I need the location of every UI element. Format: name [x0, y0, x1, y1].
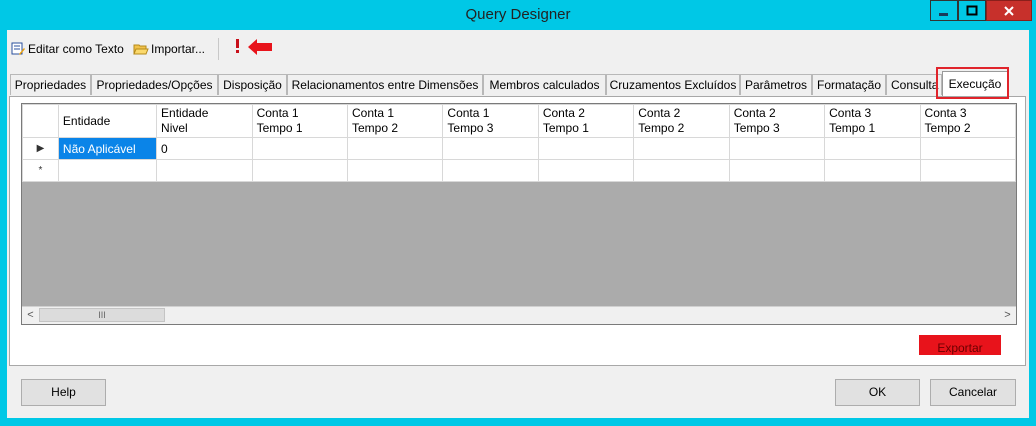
table-cell[interactable] — [824, 137, 921, 160]
table-cell[interactable] — [537, 137, 635, 160]
row-indicator[interactable]: ▶ — [22, 137, 59, 160]
column-header[interactable]: Entidade Nivel — [156, 104, 253, 138]
tab-propriedades[interactable]: Propriedades — [10, 74, 91, 95]
table-cell[interactable]: Não Aplicável — [57, 137, 158, 160]
edit-as-text-button[interactable]: Editar como Texto — [11, 40, 124, 58]
minimize-icon — [939, 12, 948, 16]
column-header[interactable]: Conta 3 Tempo 2 — [919, 104, 1016, 138]
ok-button[interactable]: OK — [835, 379, 920, 406]
corner-header[interactable] — [22, 104, 59, 138]
table-cell[interactable]: 0 — [156, 137, 253, 160]
toolbar: Editar como Texto Importar... — [7, 30, 1029, 68]
close-button[interactable] — [986, 0, 1032, 21]
import-label: Importar... — [151, 42, 206, 56]
scroll-left-icon[interactable]: < — [22, 307, 39, 324]
scroll-right-icon[interactable]: > — [999, 307, 1016, 324]
maximize-button[interactable] — [958, 0, 986, 21]
row-indicator[interactable]: * — [22, 159, 59, 182]
run-button[interactable] — [234, 37, 242, 55]
edit-text-icon — [11, 42, 25, 55]
tab-disposicao[interactable]: Disposição — [218, 74, 287, 95]
table-cell[interactable] — [633, 137, 730, 160]
table-cell[interactable] — [156, 159, 253, 182]
table-cell[interactable] — [57, 159, 158, 182]
column-header[interactable]: Conta 2 Tempo 3 — [728, 104, 826, 138]
table-cell[interactable] — [251, 137, 349, 160]
results-table: Entidade Entidade Nivel Conta 1 Tempo 1 Co… — [22, 104, 1016, 182]
tab-consulta[interactable]: Consulta — [886, 74, 942, 95]
horizontal-scrollbar[interactable]: < III > — [22, 306, 1016, 324]
active-tab-highlight — [936, 67, 1009, 99]
window-title: Query Designer — [465, 6, 571, 23]
table-cell[interactable] — [728, 137, 826, 160]
table-cell[interactable] — [346, 137, 444, 160]
toolbar-separator — [218, 38, 219, 60]
column-header[interactable]: Conta 3 Tempo 1 — [824, 104, 921, 138]
execution-panel: Entidade Entidade Nivel Conta 1 Tempo 1 Co… — [9, 96, 1026, 366]
table-cell[interactable] — [537, 159, 635, 182]
table-cell[interactable] — [346, 159, 444, 182]
table-cell[interactable] — [919, 137, 1016, 160]
export-button[interactable]: Exportar — [919, 335, 1001, 355]
column-header[interactable]: Conta 1 Tempo 1 — [251, 104, 349, 138]
scroll-thumb[interactable]: III — [39, 308, 165, 322]
tab-propriedades-opcoes[interactable]: Propriedades/Opções — [91, 74, 218, 95]
help-button[interactable]: Help — [21, 379, 106, 406]
tab-membros-calculados[interactable]: Membros calculados — [483, 74, 606, 95]
new-row: * — [22, 159, 1016, 182]
minimize-button[interactable] — [930, 0, 958, 21]
table-row: ▶ Não Aplicável 0 — [22, 137, 1016, 160]
tab-parametros[interactable]: Parâmetros — [740, 74, 812, 95]
table-cell[interactable] — [633, 159, 730, 182]
column-header[interactable]: Conta 2 Tempo 2 — [633, 104, 730, 138]
column-header[interactable]: Conta 1 Tempo 3 — [442, 104, 539, 138]
table-cell[interactable] — [442, 137, 539, 160]
table-cell[interactable] — [728, 159, 826, 182]
header-row: Entidade Entidade Nivel Conta 1 Tempo 1 Co… — [22, 104, 1016, 138]
close-icon — [1004, 5, 1014, 16]
table-cell[interactable] — [251, 159, 349, 182]
table-cell[interactable] — [824, 159, 921, 182]
column-header[interactable]: Entidade — [57, 104, 158, 138]
column-header[interactable]: Conta 1 Tempo 2 — [346, 104, 444, 138]
maximize-icon — [966, 5, 978, 15]
folder-open-icon — [133, 44, 149, 55]
dialog-body: Editar como Texto Importar... Propriedad… — [7, 30, 1029, 418]
edit-as-text-label: Editar como Texto — [28, 42, 124, 56]
column-header[interactable]: Conta 2 Tempo 1 — [537, 104, 635, 138]
cancel-button[interactable]: Cancelar — [930, 379, 1016, 406]
table-cell[interactable] — [442, 159, 539, 182]
table-cell[interactable] — [919, 159, 1016, 182]
results-grid[interactable]: Entidade Entidade Nivel Conta 1 Tempo 1 Co… — [21, 103, 1017, 325]
tab-relacionamentos[interactable]: Relacionamentos entre Dimensões — [287, 74, 483, 95]
exclamation-icon — [236, 39, 239, 53]
red-arrow-icon — [248, 39, 272, 55]
tab-cruzamentos-excluidos[interactable]: Cruzamentos Excluídos — [606, 74, 740, 95]
title-bar: Query Designer — [0, 0, 1036, 30]
tab-formatacao[interactable]: Formatação — [812, 74, 886, 95]
import-button[interactable]: Importar... — [133, 40, 205, 58]
